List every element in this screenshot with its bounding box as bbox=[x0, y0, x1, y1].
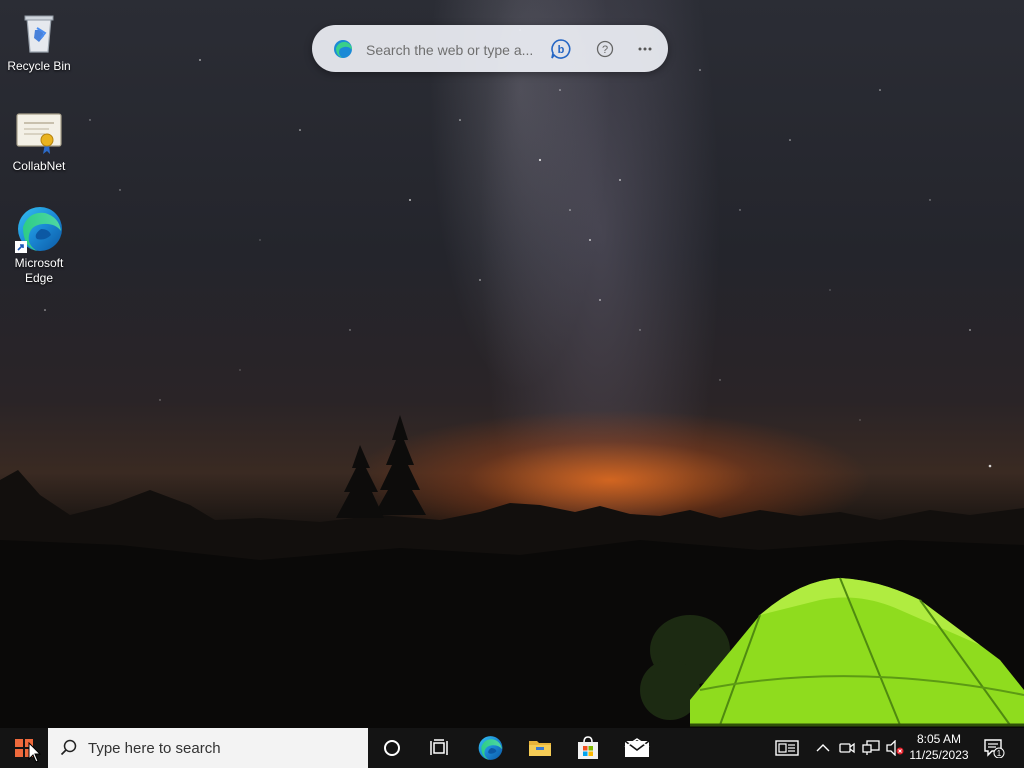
meet-now-button[interactable] bbox=[836, 728, 858, 768]
file-explorer-icon bbox=[529, 741, 551, 756]
desktop-icon-label: Microsoft Edge bbox=[14, 256, 64, 285]
taskbar-search-box[interactable]: Type here to search bbox=[48, 728, 368, 768]
volume-button[interactable] bbox=[884, 728, 906, 768]
night-landscape bbox=[0, 415, 1024, 728]
desktop-wallpaper: Recycle Bin CollabNet Microsoft Edge Sea… bbox=[0, 0, 1024, 728]
clock-time: 8:05 AM bbox=[916, 732, 962, 746]
svg-text:b: b bbox=[558, 44, 565, 56]
task-view-icon bbox=[430, 739, 448, 755]
pine-trees bbox=[336, 415, 426, 518]
bing-chat-icon[interactable]: b bbox=[550, 38, 572, 60]
meet-now-icon bbox=[839, 742, 855, 754]
microsoft-store-button[interactable] bbox=[566, 728, 610, 768]
notification-count: 1 bbox=[997, 749, 1002, 758]
edge-icon bbox=[478, 736, 503, 760]
action-center-button[interactable]: 1 bbox=[978, 728, 1010, 768]
more-icon[interactable] bbox=[634, 38, 656, 60]
bing-icon bbox=[333, 39, 353, 59]
mouse-cursor-icon bbox=[28, 742, 42, 763]
desktop-icon-collabnet[interactable]: CollabNet bbox=[2, 108, 76, 174]
show-hidden-icons-chevron bbox=[816, 744, 830, 752]
mail-button[interactable] bbox=[614, 728, 660, 768]
desktop-icon-microsoft-edge[interactable]: Microsoft Edge bbox=[2, 205, 76, 286]
start-button[interactable] bbox=[0, 728, 48, 768]
desktop-icon-label: CollabNet bbox=[12, 159, 66, 173]
desktop-icon-label: Recycle Bin bbox=[7, 59, 71, 73]
taskbar: Type here to search 8:05 AM 11/25/2023 1 bbox=[0, 728, 1024, 768]
volume-muted-icon bbox=[886, 740, 904, 756]
edge-search-input[interactable] bbox=[364, 37, 538, 63]
notification-icon: 1 bbox=[984, 739, 1005, 758]
network-icon bbox=[862, 740, 880, 755]
system-clock[interactable]: 8:05 AM 11/25/2023 bbox=[906, 731, 972, 763]
cortana-icon bbox=[384, 740, 400, 756]
cortana-button[interactable] bbox=[372, 728, 412, 768]
desktop-icon-recycle-bin[interactable]: Recycle Bin bbox=[2, 8, 76, 74]
network-button[interactable] bbox=[860, 728, 882, 768]
search-placeholder: Type here to search bbox=[88, 740, 221, 757]
certificate-icon bbox=[15, 108, 63, 156]
mail-icon bbox=[624, 738, 650, 757]
news-widget-icon bbox=[775, 740, 799, 756]
recycle-bin-icon bbox=[15, 8, 63, 56]
svg-text:?: ? bbox=[602, 44, 608, 56]
search-icon bbox=[60, 739, 77, 756]
edge-search-bar[interactable]: b ? bbox=[312, 25, 668, 72]
shortcut-arrow-icon bbox=[15, 241, 27, 253]
show-hidden-icons-button[interactable] bbox=[812, 728, 834, 768]
edge-icon bbox=[15, 205, 63, 253]
microsoft-store-icon bbox=[578, 736, 598, 759]
help-icon[interactable]: ? bbox=[594, 38, 616, 60]
taskbar-edge-button[interactable] bbox=[468, 728, 512, 768]
task-view-button[interactable] bbox=[420, 728, 460, 768]
news-widget-button[interactable] bbox=[772, 728, 802, 768]
clock-date: 11/25/2023 bbox=[909, 748, 969, 762]
file-explorer-button[interactable] bbox=[518, 728, 562, 768]
